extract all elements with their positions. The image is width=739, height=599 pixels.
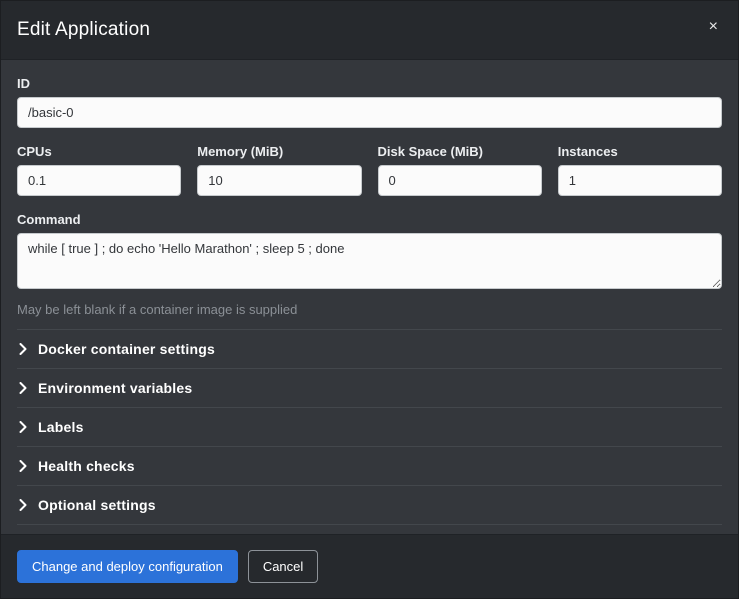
accordion-sections: Docker container settings Environment va… [17,329,722,525]
field-memory: Memory (MiB) [197,144,361,196]
close-icon[interactable]: × [705,17,722,37]
cpus-label: CPUs [17,144,181,159]
chevron-right-icon [19,343,27,355]
disk-label: Disk Space (MiB) [378,144,542,159]
section-optional-settings[interactable]: Optional settings [17,486,722,525]
section-label: Docker container settings [38,341,215,357]
memory-input[interactable] [197,165,361,196]
chevron-right-icon [19,421,27,433]
disk-input[interactable] [378,165,542,196]
resources-row: CPUs Memory (MiB) Disk Space (MiB) Insta… [17,144,722,196]
cpus-input[interactable] [17,165,181,196]
section-label: Labels [38,419,84,435]
modal-body: ID CPUs Memory (MiB) Disk Space (MiB) In… [1,60,738,534]
section-environment-variables[interactable]: Environment variables [17,369,722,408]
command-help-text: May be left blank if a container image i… [17,302,722,317]
section-label: Health checks [38,458,135,474]
field-cpus: CPUs [17,144,181,196]
modal-footer: Change and deploy configuration Cancel [1,534,738,598]
field-disk: Disk Space (MiB) [378,144,542,196]
section-health-checks[interactable]: Health checks [17,447,722,486]
chevron-right-icon [19,499,27,511]
field-id: ID [17,76,722,128]
chevron-right-icon [19,382,27,394]
change-and-deploy-button[interactable]: Change and deploy configuration [17,550,238,583]
id-label: ID [17,76,722,91]
section-label: Environment variables [38,380,192,396]
section-label: Optional settings [38,497,156,513]
command-input[interactable]: while [ true ] ; do echo 'Hello Marathon… [17,233,722,289]
id-input[interactable] [17,97,722,128]
section-labels[interactable]: Labels [17,408,722,447]
command-label: Command [17,212,722,227]
chevron-right-icon [19,460,27,472]
field-instances: Instances [558,144,722,196]
modal-header: Edit Application × [1,1,738,60]
cancel-button[interactable]: Cancel [248,550,318,583]
section-docker-container-settings[interactable]: Docker container settings [17,330,722,369]
instances-input[interactable] [558,165,722,196]
memory-label: Memory (MiB) [197,144,361,159]
instances-label: Instances [558,144,722,159]
edit-application-modal: Edit Application × ID CPUs Memory (MiB) … [0,0,739,599]
modal-title: Edit Application [17,17,150,43]
field-command: Command while [ true ] ; do echo 'Hello … [17,212,722,317]
